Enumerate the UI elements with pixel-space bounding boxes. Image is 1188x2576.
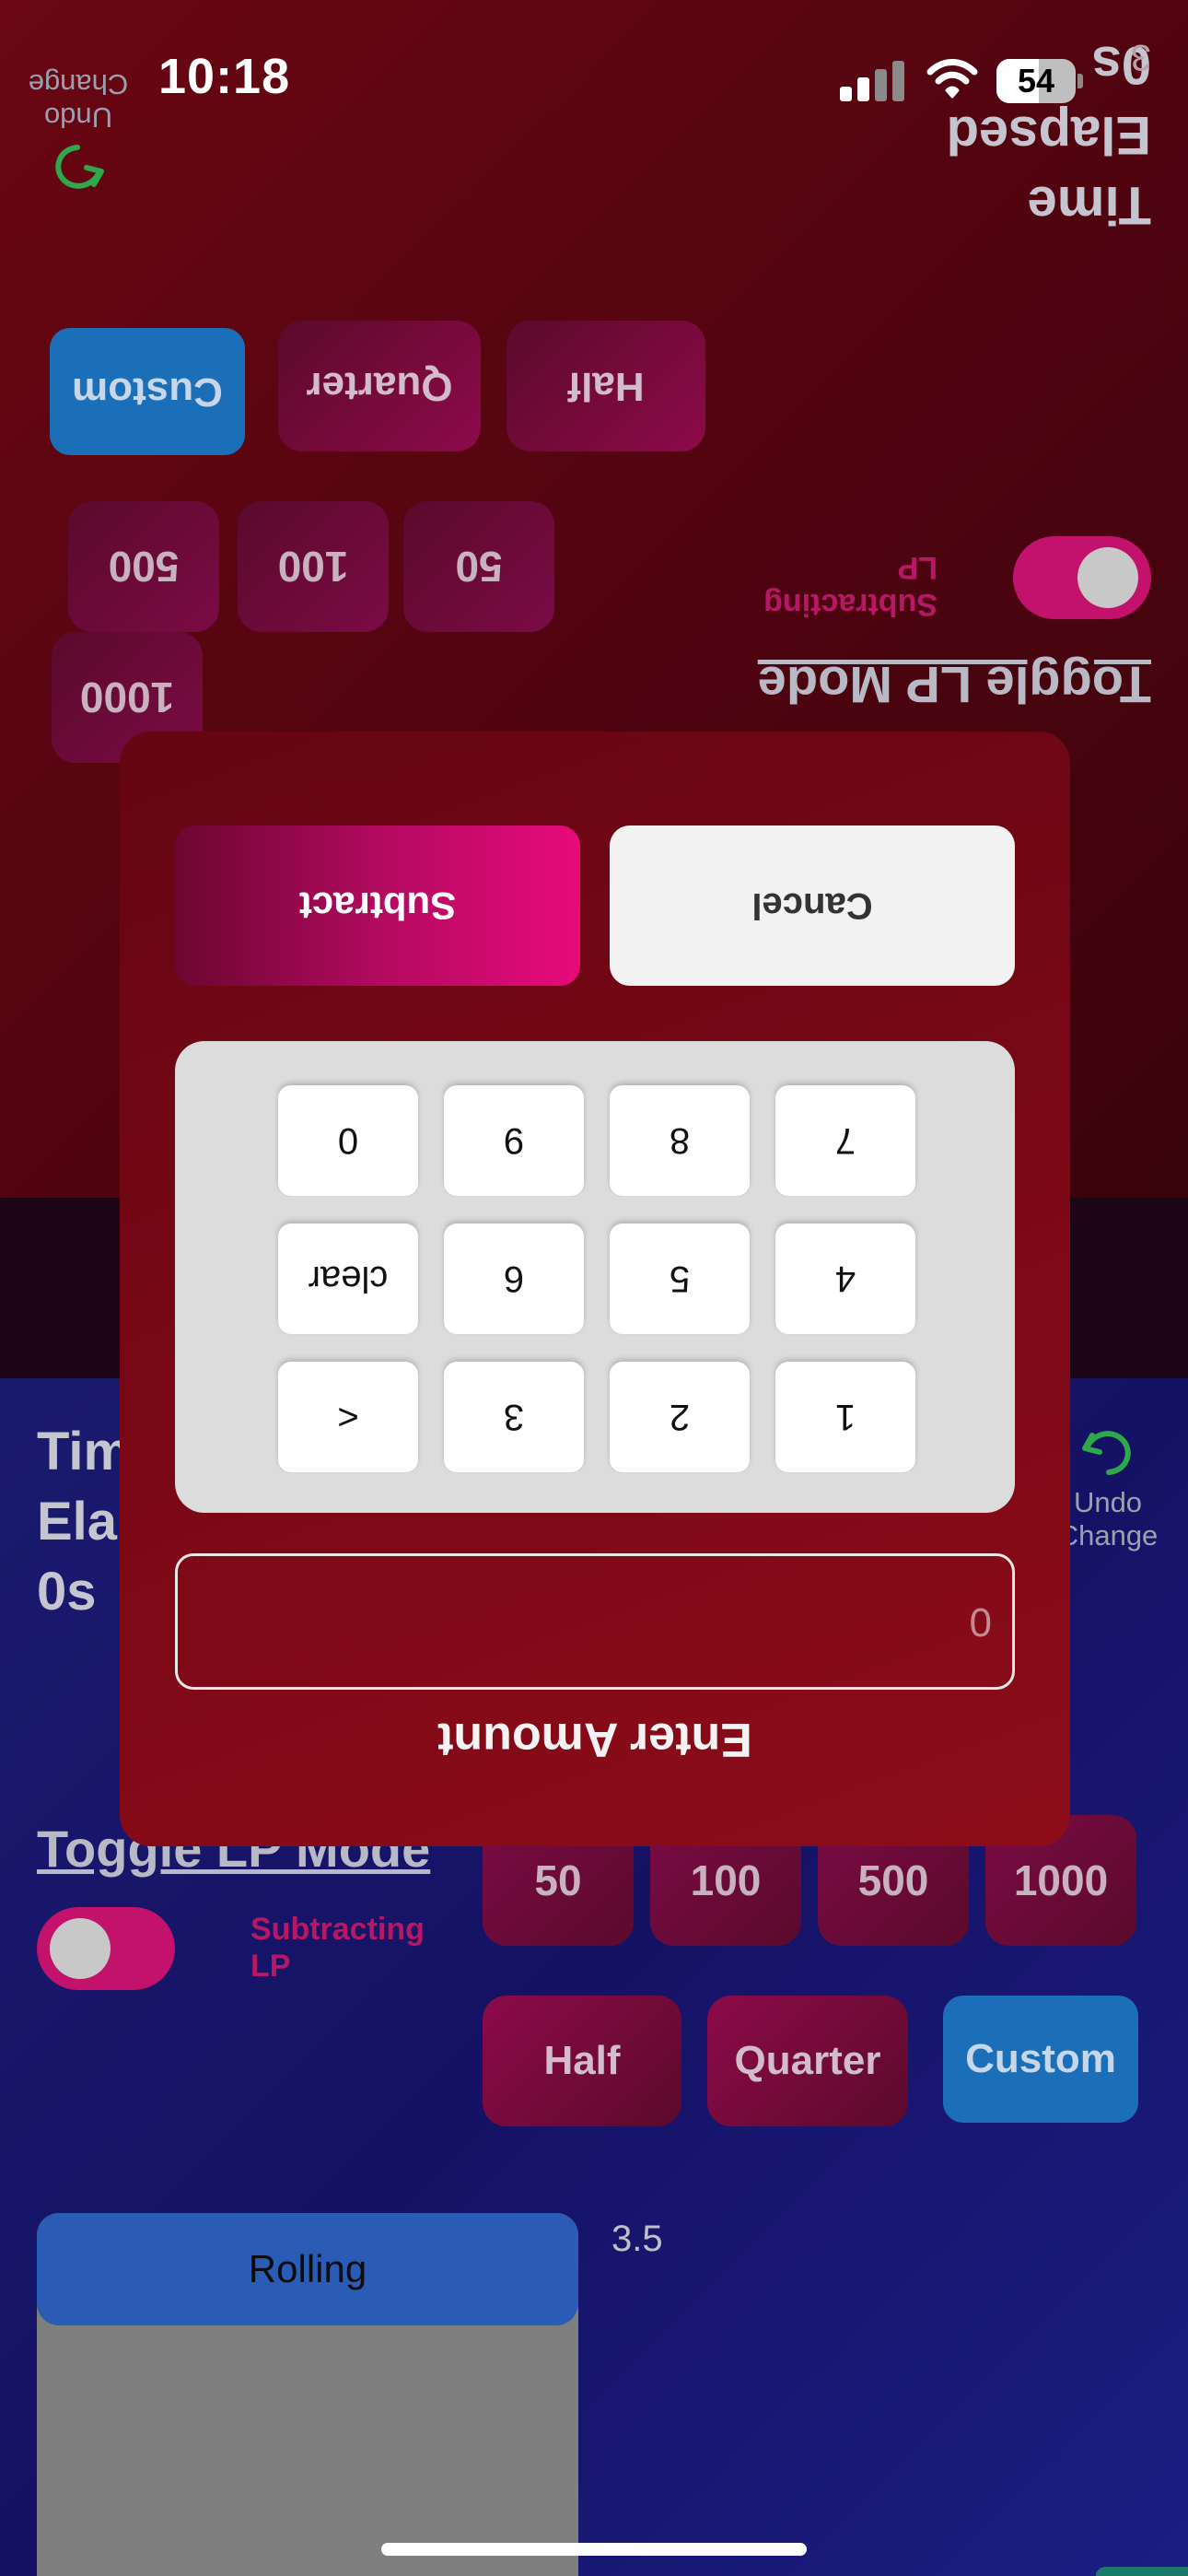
player-custom-button[interactable]: Custom <box>943 1996 1138 2123</box>
amount-input[interactable] <box>175 1553 1015 1690</box>
numeric-keypad: 1 2 3 < 4 5 6 clear 7 8 9 0 <box>175 1041 1015 1513</box>
battery-icon: 54 <box>996 59 1085 103</box>
opponent-amount-500[interactable]: 500 <box>68 501 219 632</box>
player-toggle-state-line-1: Subtracting <box>250 1912 425 1947</box>
opponent-half-button[interactable]: Half <box>507 321 705 451</box>
key-8[interactable]: 8 <box>610 1085 750 1196</box>
key-0[interactable]: 0 <box>278 1085 418 1196</box>
rolling-button[interactable]: Rolling <box>37 2213 578 2325</box>
opponent-timer-label-2: Elapsed <box>946 105 1151 165</box>
key-3[interactable]: 3 <box>444 1362 584 1472</box>
subtract-button[interactable]: Subtract <box>175 825 580 986</box>
player-quarter-button[interactable]: Quarter <box>707 1996 908 2126</box>
key-5[interactable]: 5 <box>610 1224 750 1334</box>
opponent-undo-label-2: Change <box>28 68 129 100</box>
key-clear[interactable]: clear <box>278 1224 418 1334</box>
key-6[interactable]: 6 <box>444 1224 584 1334</box>
key-2[interactable]: 2 <box>610 1362 750 1472</box>
player-lp-toggle[interactable] <box>37 1907 175 1990</box>
player-toggle-state: Subtracting LP <box>250 1911 425 1985</box>
undo-icon <box>55 145 104 189</box>
opponent-amount-50[interactable]: 50 <box>403 501 554 632</box>
opponent-undo-label-1: Undo <box>43 101 113 134</box>
opponent-undo-button[interactable]: Undo Change <box>28 67 129 203</box>
key-7[interactable]: 7 <box>775 1085 915 1196</box>
opponent-toggle-knob <box>1077 547 1138 608</box>
player-undo-button[interactable]: Undo Change <box>1057 1417 1159 1552</box>
modal-title: Enter Amount <box>437 1713 752 1766</box>
player-dice-value: 3.5 <box>611 2219 663 2259</box>
key-9[interactable]: 9 <box>444 1085 584 1196</box>
opponent-amount-100[interactable]: 100 <box>238 501 389 632</box>
opponent-toggle-state: Subtracting LP <box>763 550 938 622</box>
opponent-custom-button[interactable]: Custom <box>50 328 245 455</box>
cancel-button[interactable]: Cancel <box>610 825 1015 986</box>
player-toggle-knob <box>50 1918 111 1979</box>
player-undo-label-1: Undo <box>1073 1486 1143 1518</box>
status-time: 10:18 <box>158 49 291 104</box>
key-backspace[interactable]: < <box>278 1362 418 1472</box>
battery-level: 54 <box>1017 62 1055 100</box>
key-1[interactable]: 1 <box>775 1362 915 1472</box>
corner-element <box>1096 2567 1188 2576</box>
opponent-lp-toggle[interactable] <box>1013 536 1151 619</box>
undo-icon <box>1082 1431 1131 1475</box>
enter-amount-modal: Enter Amount 1 2 3 < 4 5 6 clear 7 8 9 0… <box>120 732 1070 1846</box>
key-4[interactable]: 4 <box>775 1224 915 1334</box>
player-undo-label-2: Change <box>1057 1519 1159 1551</box>
dice-roll-card: Rolling <box>37 2213 578 2576</box>
player-toggle-state-line-2: LP <box>250 1949 291 1984</box>
opponent-toggle-title: Toggle LP Mode <box>757 656 1151 714</box>
opponent-quarter-button[interactable]: Quarter <box>278 321 481 451</box>
wifi-icon <box>926 55 978 101</box>
opponent-timer-label-1: Time <box>1027 175 1151 235</box>
player-half-button[interactable]: Half <box>483 1996 681 2126</box>
cellular-signal-icon <box>840 61 904 101</box>
home-indicator[interactable] <box>381 2543 807 2556</box>
opponent-dice-value: 3 <box>1130 37 1151 77</box>
